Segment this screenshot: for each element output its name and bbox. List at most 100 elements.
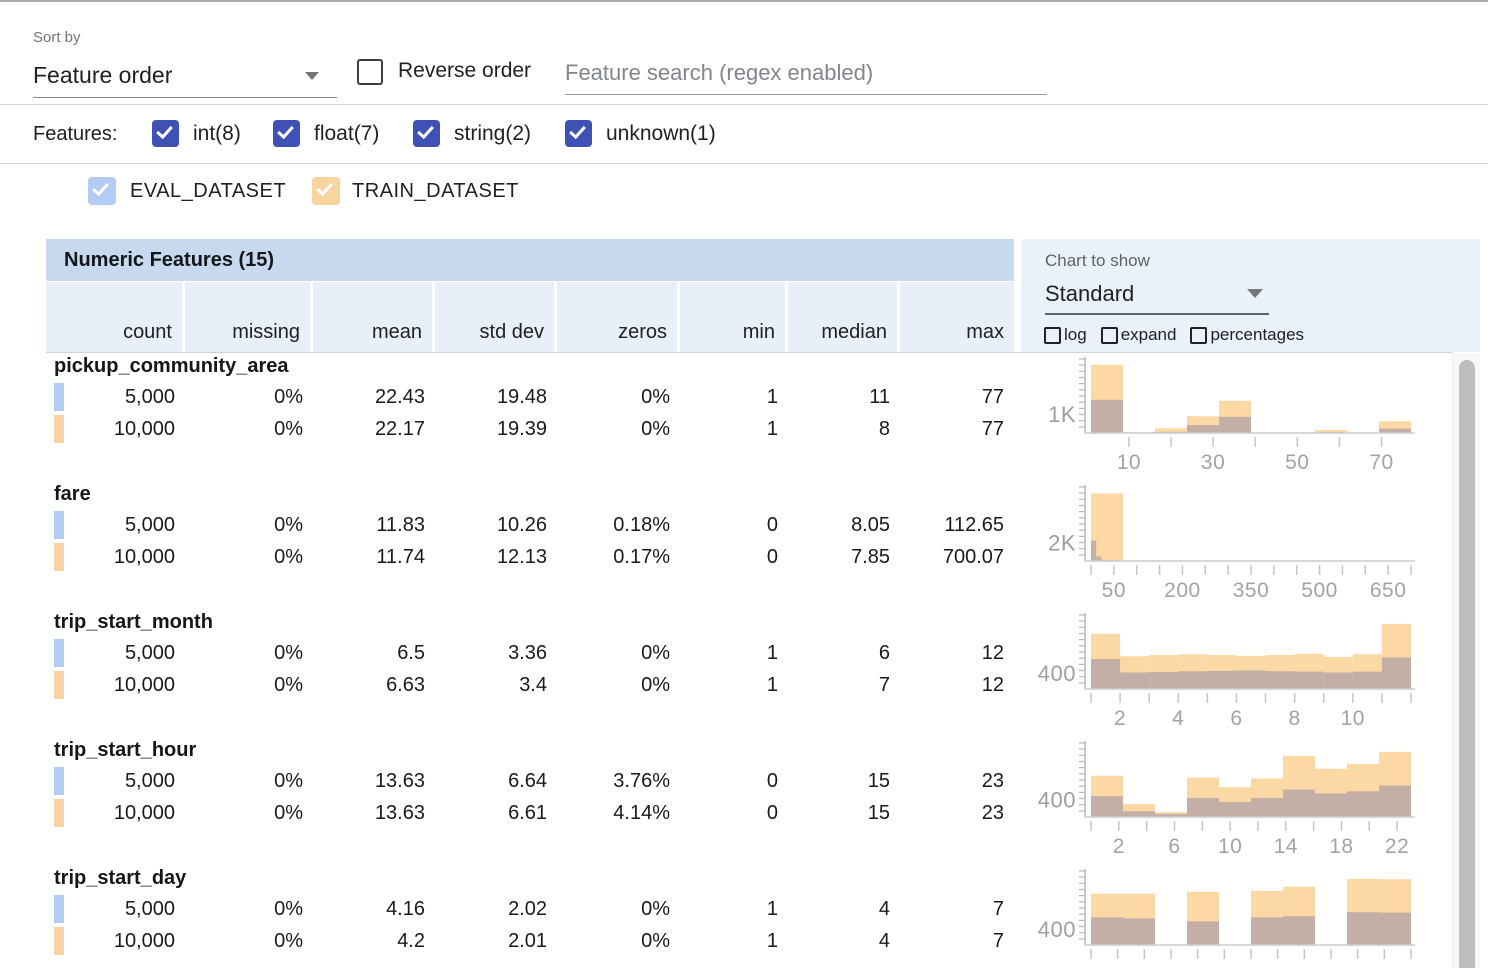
stat-cell: 8 (788, 413, 900, 445)
log-checkbox[interactable]: log (1044, 325, 1101, 345)
stat-cell: 11 (788, 381, 900, 413)
column-header-missing: missing (185, 282, 313, 352)
expand-label: expand (1121, 325, 1177, 345)
stat-cell: 13.63 (313, 765, 435, 797)
svg-text:14: 14 (1274, 835, 1298, 858)
scrollbar-track[interactable] (1452, 353, 1480, 968)
svg-text:18: 18 (1329, 835, 1353, 858)
stat-cell: 0% (185, 413, 313, 445)
train-dataset-swatch (54, 543, 64, 571)
type-filter-unknown[interactable]: unknown(1) (565, 120, 716, 147)
train-stats-row: 10,0000%22.1719.390%1877 (46, 413, 1014, 445)
column-header-zeros: zeros (557, 282, 680, 352)
svg-text:10: 10 (1341, 707, 1365, 730)
feature-chart: 103050701K (1030, 352, 1430, 480)
stat-cell: 1 (680, 413, 788, 445)
stat-cell: 700.07 (900, 541, 1014, 573)
svg-text:650: 650 (1370, 579, 1407, 602)
chart-type-select[interactable]: Standard (1045, 273, 1269, 315)
stat-cell: 0% (185, 797, 313, 829)
type-filter-int[interactable]: int(8) (152, 120, 241, 147)
checkbox-unchecked-icon (1101, 327, 1118, 344)
eval-dataset-swatch (54, 639, 64, 667)
sort-by-label: Sort by (33, 29, 81, 46)
train-stats-row: 10,0000%11.7412.130.17%07.85700.07 (46, 541, 1014, 573)
feature-block: fare 5,0000%11.8310.260.18%08.05112.65 1… (0, 480, 1488, 608)
train-dataset-swatch (54, 415, 64, 443)
stat-cell: 5,000 (46, 509, 185, 541)
type-filter-float[interactable]: float(7) (273, 120, 379, 147)
stat-cell: 22.17 (313, 413, 435, 445)
stat-cell: 12.13 (435, 541, 557, 573)
stat-cell: 19.39 (435, 413, 557, 445)
stat-cell: 10,000 (46, 669, 185, 701)
scrollbar-thumb[interactable] (1459, 360, 1475, 968)
stat-cell: 112.65 (900, 509, 1014, 541)
stat-cell: 22.43 (313, 381, 435, 413)
stat-cell: 0 (680, 509, 788, 541)
stat-cell: 0% (557, 413, 680, 445)
stat-cell: 0.18% (557, 509, 680, 541)
stat-cell: 23 (900, 797, 1014, 829)
stat-cell: 1 (680, 381, 788, 413)
feature-name: trip_start_day (54, 867, 186, 890)
train-dataset-swatch (54, 927, 64, 955)
histogram-pickup_community_area: 103050701K (1030, 352, 1430, 480)
stat-cell: 10.26 (435, 509, 557, 541)
stat-cell: 13.63 (313, 797, 435, 829)
stat-cell: 2.02 (435, 893, 557, 925)
feature-search-input[interactable] (565, 52, 1047, 95)
stat-cell: 6.63 (313, 669, 435, 701)
sort-order-value: Feature order (33, 62, 172, 89)
stat-cell: 8.05 (788, 509, 900, 541)
stat-cell: 10,000 (46, 797, 185, 829)
svg-text:50: 50 (1285, 451, 1309, 474)
svg-text:400: 400 (1038, 787, 1076, 812)
svg-text:6: 6 (1168, 835, 1180, 858)
stat-cell: 15 (788, 797, 900, 829)
svg-text:350: 350 (1233, 579, 1270, 602)
feature-chart: 246810400 (1030, 608, 1430, 736)
train-stats-row: 10,0000%4.22.010%147 (46, 925, 1014, 957)
chart-type-value: Standard (1045, 281, 1134, 307)
stat-cell: 77 (900, 381, 1014, 413)
numeric-features-title-bar: Numeric Features (15) (46, 239, 1014, 281)
dataset-checkbox-eval[interactable] (88, 177, 116, 205)
chart-option-checkboxes: log expand percentages (1044, 325, 1304, 345)
stat-cell: 11.74 (313, 541, 435, 573)
type-filter-string[interactable]: string(2) (413, 120, 531, 147)
feature-block: trip_start_hour 5,0000%13.636.643.76%015… (0, 736, 1488, 864)
facets-overview-app: Sort by Feature order Reverse order Feat… (0, 0, 1488, 968)
expand-checkbox[interactable]: expand (1101, 325, 1191, 345)
stat-cell: 5,000 (46, 893, 185, 925)
eval-stats-row: 5,0000%6.53.360%1612 (46, 637, 1014, 669)
eval-stats-row: 5,0000%4.162.020%147 (46, 893, 1014, 925)
stat-cell: 0% (557, 381, 680, 413)
stat-cell: 4 (788, 893, 900, 925)
stat-cell: 0 (680, 541, 788, 573)
stat-cell: 6.61 (435, 797, 557, 829)
svg-text:50: 50 (1102, 579, 1126, 602)
percentages-checkbox[interactable]: percentages (1190, 325, 1304, 345)
stat-cell: 0% (185, 669, 313, 701)
chevron-down-icon (1247, 289, 1263, 298)
reverse-order-checkbox[interactable] (357, 59, 383, 85)
feature-chart: 502003505006502K (1030, 480, 1430, 608)
stat-cell: 0% (185, 541, 313, 573)
histogram-trip_start_hour: 2610141822400 (1030, 736, 1430, 864)
stat-cell: 4.14% (557, 797, 680, 829)
svg-text:4: 4 (1172, 707, 1184, 730)
feature-chart: 2610141822400 (1030, 736, 1430, 864)
stat-cell: 0% (185, 765, 313, 797)
stat-cell: 5,000 (46, 765, 185, 797)
checkbox-unchecked-icon (1044, 327, 1061, 344)
features-filter-label: Features: (33, 123, 117, 146)
stat-cell: 3.76% (557, 765, 680, 797)
stat-cell: 5,000 (46, 637, 185, 669)
svg-text:500: 500 (1301, 579, 1338, 602)
stat-cell: 10,000 (46, 413, 185, 445)
stat-cell: 23 (900, 765, 1014, 797)
dataset-checkbox-train[interactable] (312, 177, 340, 205)
sort-order-select[interactable]: Feature order (33, 54, 337, 98)
stat-cell: 0% (185, 637, 313, 669)
